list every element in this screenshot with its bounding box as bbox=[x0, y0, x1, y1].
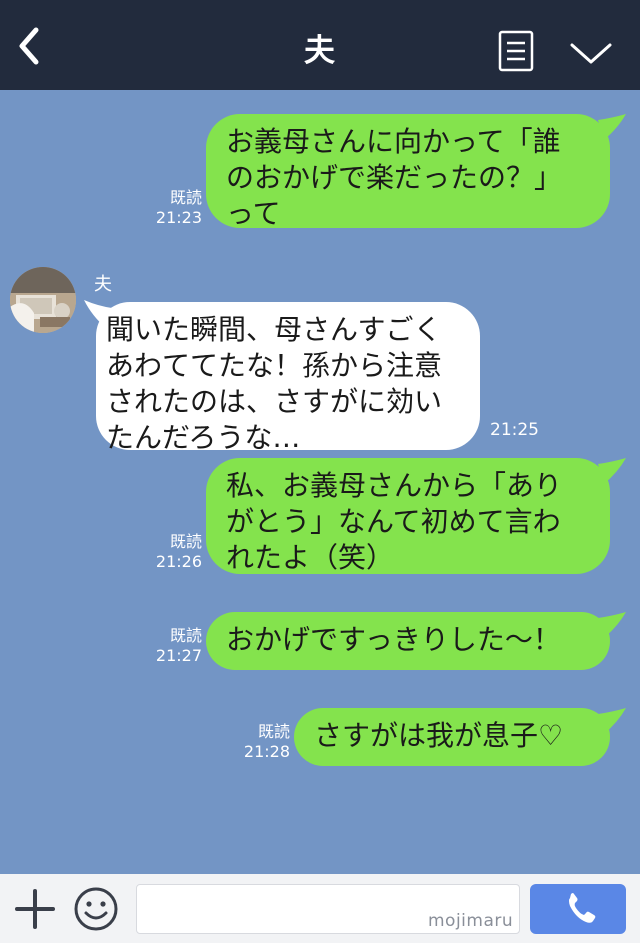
message-status: 既読 21:23 bbox=[150, 188, 202, 228]
message-time: 21:27 bbox=[155, 646, 202, 665]
message-time: 21:23 bbox=[155, 208, 202, 227]
chevron-left-icon bbox=[19, 27, 39, 65]
bubble-tail bbox=[598, 708, 626, 734]
smiley-icon bbox=[74, 887, 118, 931]
message-time: 21:25 bbox=[490, 420, 539, 440]
message-text-line: おかげですっきりした〜！ bbox=[226, 623, 561, 656]
collapse-button[interactable] bbox=[566, 36, 616, 70]
plus-icon bbox=[15, 889, 55, 929]
message-text-line: 私、お義母さんから「あり bbox=[226, 469, 563, 502]
chat-title: 夫 bbox=[304, 33, 336, 69]
message-bubble-received[interactable]: 聞いた瞬間、母さんすごく あわててたな！孫から注意 されたのは、さすがに効い た… bbox=[96, 302, 480, 454]
message-text-line: れたよ（笑） bbox=[226, 541, 395, 574]
note-list-icon bbox=[498, 30, 534, 72]
message-time: 21:28 bbox=[243, 742, 290, 761]
chat-header: 夫 bbox=[0, 0, 640, 90]
add-button[interactable] bbox=[14, 888, 56, 930]
bubble-tail bbox=[598, 458, 626, 484]
sender-name: 夫 bbox=[94, 274, 112, 295]
message-text-line: お義母さんに向かって「誰 bbox=[226, 125, 561, 158]
chevron-down-icon bbox=[570, 43, 612, 64]
back-button[interactable] bbox=[10, 22, 50, 70]
read-receipt: 既読 bbox=[169, 188, 202, 207]
message-text-line: がとう」なんて初めて言わ bbox=[226, 505, 561, 538]
avatar[interactable] bbox=[10, 267, 76, 333]
read-receipt: 既読 bbox=[257, 722, 290, 741]
notes-button[interactable] bbox=[496, 28, 536, 74]
emoji-button[interactable] bbox=[73, 886, 119, 932]
message-status: 既読 21:27 bbox=[150, 626, 202, 666]
message-text-line: されたのは、さすがに効い bbox=[106, 385, 443, 418]
message-bubble-sent[interactable]: おかげですっきりした〜！ bbox=[206, 612, 610, 670]
phone-icon bbox=[569, 893, 596, 923]
message-text-line: あわててたな！孫から注意 bbox=[106, 349, 443, 382]
message-text-line: たんだろうな… bbox=[106, 421, 301, 454]
avatar-image bbox=[10, 267, 76, 333]
watermark: mojimaru bbox=[428, 911, 514, 931]
message-text-line: 聞いた瞬間、母さんすごく bbox=[106, 313, 442, 346]
message-text-line: のおかげで楽だったの？」 bbox=[226, 161, 563, 194]
bubble-tail bbox=[598, 114, 626, 140]
message-time: 21:26 bbox=[155, 552, 202, 571]
read-receipt: 既読 bbox=[169, 532, 202, 551]
message-bubble-sent[interactable]: 私、お義母さんから「あり がとう」なんて初めて言わ れたよ（笑） bbox=[206, 458, 610, 574]
message-bubble-sent[interactable]: お義母さんに向かって「誰 のおかげで楽だったの？」 って bbox=[206, 114, 610, 230]
input-bar bbox=[0, 874, 640, 943]
message-text-line: さすがは我が息子♡ bbox=[314, 719, 564, 752]
chat-area[interactable]: 既読 21:23 お義母さんに向かって「誰 のおかげで楽だったの？」 って 夫 … bbox=[0, 90, 640, 874]
message-status: 既読 21:28 bbox=[238, 722, 290, 762]
message-text-line: って bbox=[226, 197, 281, 230]
call-button[interactable] bbox=[530, 884, 626, 934]
message-status: 既読 21:26 bbox=[150, 532, 202, 572]
read-receipt: 既読 bbox=[169, 626, 202, 645]
bubble-tail bbox=[598, 612, 626, 638]
message-bubble-sent[interactable]: さすがは我が息子♡ bbox=[294, 708, 610, 766]
